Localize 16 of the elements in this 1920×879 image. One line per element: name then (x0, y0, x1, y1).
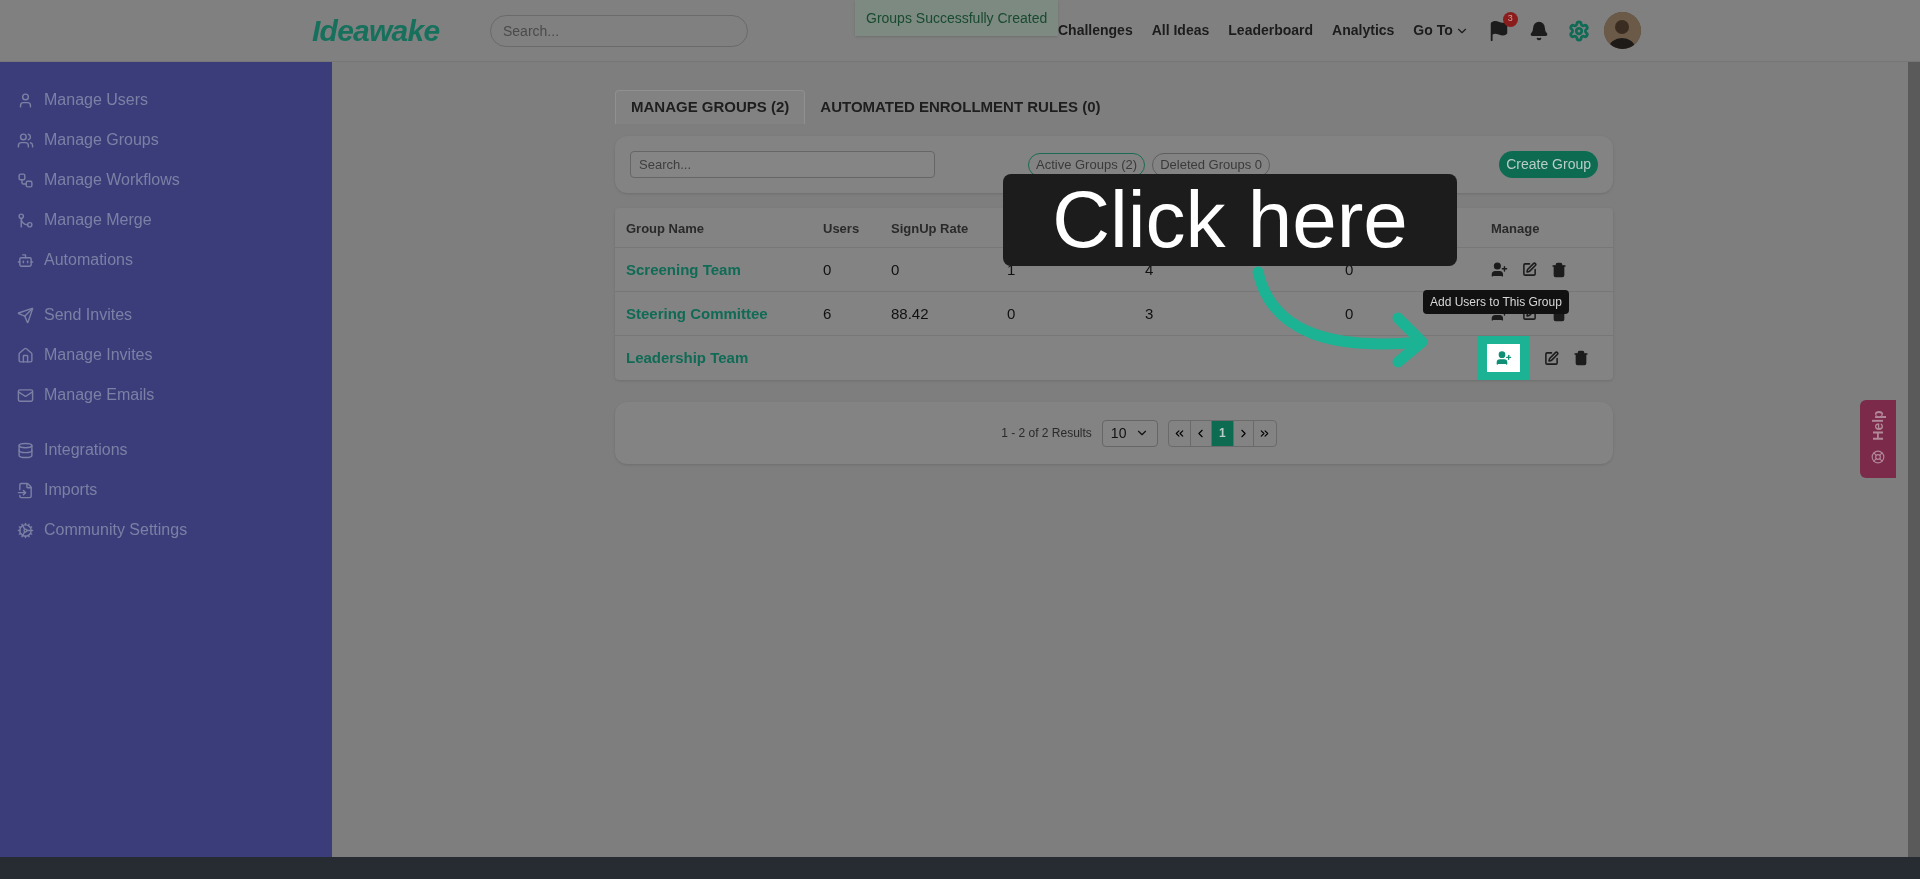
table-cell: 6 (823, 304, 832, 322)
table-cell: 3 (1145, 304, 1154, 322)
table-cell: 0 (891, 260, 900, 278)
table-cell: 0 (1345, 304, 1354, 322)
tooltip: Add Users to This Group (1423, 290, 1569, 314)
column-header: Users (823, 220, 860, 236)
toast: Groups Successfully Created (855, 0, 1059, 36)
table-cell: 0 (823, 260, 832, 278)
click-here-tooltip: Click here (1003, 174, 1457, 266)
column-header: Manage (1491, 220, 1540, 236)
column-header: Group Name (626, 220, 704, 236)
column-header: SignUp Rate (891, 220, 969, 236)
table-cell: 88.42 (891, 304, 929, 322)
results-summary: 1 - 2 of 2 Results (1001, 425, 1092, 442)
notification-badge: 3 (1502, 11, 1518, 27)
table-cell: 0 (1007, 304, 1016, 322)
